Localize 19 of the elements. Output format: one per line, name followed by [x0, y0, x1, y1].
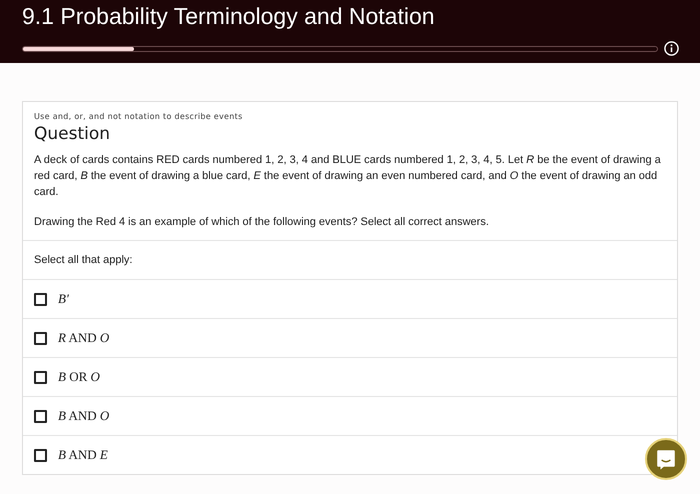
question-text: A deck of cards contains RED cards numbered 1, 2, 3, 4 and BLUE cards numbered 1, 2, 3, 4, 5. Let R be the event of drawing a red card, B the event of drawing a blue card, E the event of drawing an even numbered card, and O the event of drawing an odd card. — [34, 153, 662, 200]
checkbox[interactable] — [34, 448, 47, 462]
option-label[interactable]: B OR O — [58, 369, 100, 385]
question-text: Drawing the Red 4 is an example of which of the following events? Select all correct answers. — [34, 215, 490, 230]
page-title: 9.1 Probability Terminology and Notation — [22, 2, 436, 31]
checkbox[interactable] — [34, 292, 47, 306]
option-label[interactable]: B′ — [58, 291, 69, 307]
chat-icon — [655, 448, 677, 470]
checkbox[interactable] — [34, 370, 47, 384]
topic-label: Use and, or, and not notation to describe events — [34, 112, 244, 121]
checkbox[interactable] — [34, 332, 47, 344]
instruction-text: Select all that apply: — [34, 254, 132, 266]
question-heading: Question — [34, 124, 112, 144]
chat-button[interactable] — [645, 438, 687, 480]
option-label[interactable]: R AND O — [58, 330, 110, 346]
info-icon[interactable] — [664, 41, 679, 56]
option-label[interactable]: B AND E — [58, 447, 108, 463]
option-label[interactable]: B AND O — [58, 408, 110, 424]
checkbox[interactable] — [34, 410, 47, 422]
